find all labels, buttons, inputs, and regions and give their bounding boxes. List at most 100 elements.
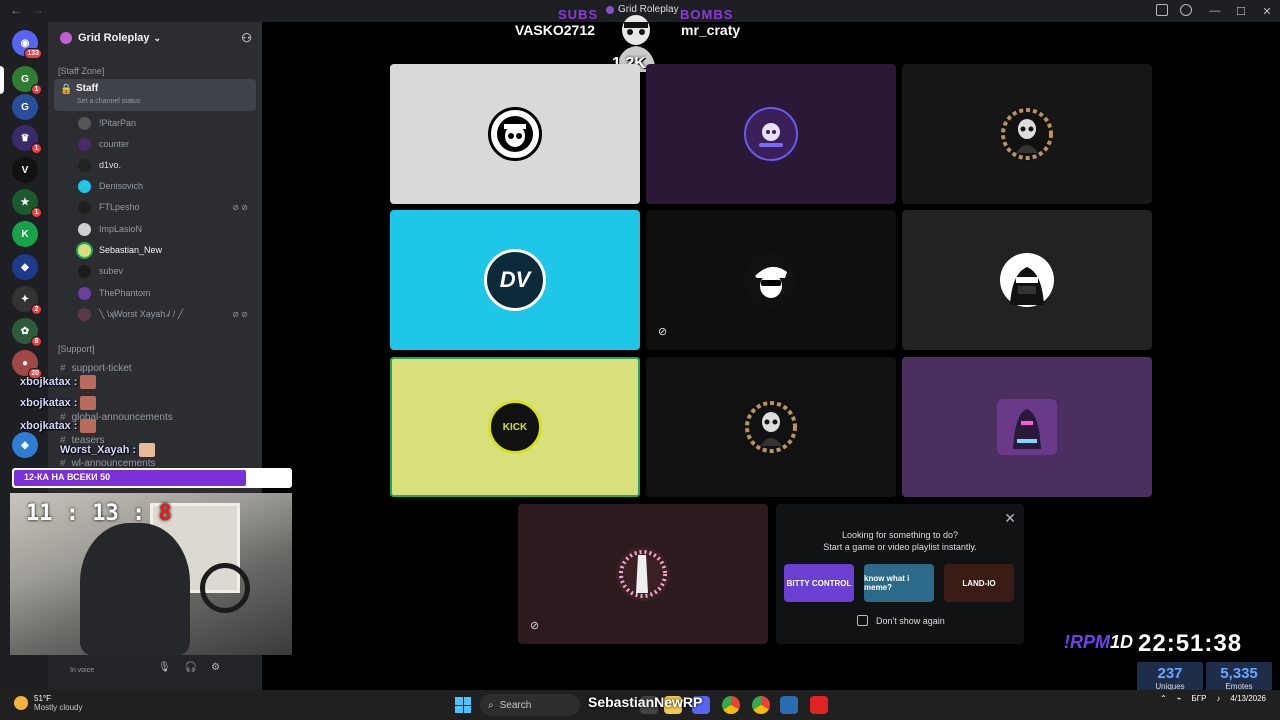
server-icon[interactable]: ✦ 2 (12, 286, 42, 315)
system-tray: ⌃ ⌁ БГР ♪ 4/13/2026 (1159, 694, 1266, 703)
avatar (78, 179, 91, 193)
maximize-icon[interactable]: ☐ (1228, 0, 1254, 22)
help-icon[interactable] (1180, 4, 1192, 16)
counter-avatar-icon (744, 107, 798, 161)
voice-member[interactable]: counter (78, 135, 258, 153)
webcam-feed: 11 : 13 : 8 (10, 493, 292, 655)
server-badge: 1 (31, 84, 42, 95)
server-icon[interactable]: ◆ (12, 254, 38, 280)
voice-member[interactable]: Sebastian_New (78, 241, 258, 259)
network-icon[interactable]: ⌁ (1177, 694, 1182, 703)
chevron-up-icon[interactable]: ⌃ (1160, 694, 1167, 703)
chevron-down-icon: ⌄ (153, 32, 162, 43)
activity-subtitle: Start a game or video playlist instantly… (823, 542, 977, 552)
laurel-skull-avatar-icon (744, 400, 798, 454)
participant-tile-speaking[interactable]: KICK (390, 357, 640, 497)
dv-logo-icon: DV (484, 249, 546, 311)
voice-member[interactable]: Denisovich (78, 177, 258, 195)
lock-icon: 🔒 (60, 84, 73, 95)
channel-status[interactable]: Set a channel status (77, 98, 140, 105)
voice-user-panel: In voice 🎙 🎧 ⚙ (48, 652, 262, 690)
server-icon[interactable]: G 1 (12, 66, 42, 95)
inbox-icon[interactable] (1156, 4, 1168, 16)
close-window-icon[interactable]: ✕ (1254, 0, 1280, 22)
voice-channel-staff[interactable]: 🔒 Staff Set a channel status (54, 79, 256, 111)
steering-wheel (200, 563, 250, 613)
microphone-icon[interactable]: 🎙 (158, 662, 171, 673)
forward-arrow-icon[interactable]: → (32, 3, 44, 17)
minimize-icon[interactable]: — (1202, 0, 1228, 22)
voice-member[interactable]: ╲ \ҳ̷Worst Xayah ̷/ / ╱ ⊘ ⊘ (78, 305, 258, 323)
category-support[interactable]: [Support] (58, 344, 95, 354)
server-badge: 2 (31, 304, 42, 315)
server-icon[interactable]: V (12, 157, 38, 183)
activity-title: Looking for something to do? (841, 530, 959, 540)
masked-avatar-icon (1000, 253, 1054, 307)
chrome-icon[interactable] (722, 696, 740, 714)
server-icon[interactable]: G (12, 94, 38, 120)
server-icon[interactable]: ★ 1 (12, 189, 42, 218)
server-icon[interactable]: K (12, 221, 38, 247)
server-icon[interactable]: ✿ 8 (12, 318, 42, 347)
gear-icon[interactable]: ⚙ (211, 662, 220, 673)
category-staff-zone[interactable]: [Staff Zone] (58, 66, 104, 76)
search-input[interactable]: ⌕ Search (480, 694, 580, 716)
voice-member[interactable]: subev (78, 262, 258, 280)
activity-suggestion-card: ✕ Looking for something to do? Start a g… (776, 504, 1024, 644)
discord-home-icon[interactable]: ◉ 133 (12, 30, 42, 59)
avatar (78, 200, 91, 214)
activity-land-io[interactable]: LAND-IO (944, 564, 1014, 602)
dont-show-again-checkbox[interactable] (857, 615, 868, 626)
invite-people-icon[interactable]: ⚇ (241, 31, 252, 45)
weather-widget[interactable]: 51°F Mostly cloudy (14, 694, 82, 712)
back-arrow-icon[interactable]: ← (10, 3, 22, 17)
participant-tile[interactable]: ⊘ (518, 504, 768, 644)
deafened-icon: ⊘ (658, 326, 668, 338)
avatar (78, 137, 91, 151)
webcam-clock: 11 : 13 : 8 (26, 501, 172, 526)
participant-tile[interactable] (646, 64, 896, 204)
participant-tile[interactable] (902, 357, 1152, 497)
taskbar-app-icon[interactable] (810, 696, 828, 714)
home-badge: 133 (24, 48, 42, 59)
top-sub-user: VASKO2712 (515, 22, 595, 38)
activity-bitty-control[interactable]: BITTY CONTROL (784, 564, 854, 602)
server-badge: 8 (31, 336, 42, 347)
avatar (78, 158, 91, 172)
participant-tile[interactable]: DV (390, 210, 640, 350)
voice-member[interactable]: ThePhantom (78, 284, 258, 302)
participant-tile[interactable] (902, 64, 1152, 204)
windows-start-icon[interactable] (455, 697, 471, 713)
guild-icon (60, 32, 72, 44)
voice-member[interactable]: FTLpesho ⊘ ⊘ (78, 198, 258, 216)
anime-avatar-icon (616, 547, 670, 601)
kick-avatar-icon: KICK (488, 400, 542, 454)
chat-message: xbojkatax : (20, 419, 97, 433)
guild-header[interactable]: Grid Roleplay ⌄ ⚇ (48, 22, 262, 54)
voice-member[interactable]: !PitarPan (78, 114, 258, 132)
voice-member[interactable]: ImpLasioN (78, 220, 258, 238)
avatar (78, 243, 91, 257)
participant-tile[interactable] (902, 210, 1152, 350)
participant-tile[interactable]: ⊘ (646, 210, 896, 350)
participant-tile[interactable] (646, 357, 896, 497)
hash-icon: # (60, 363, 66, 374)
goal-bar: 12-КА НА ВСЕКИ 50 84 / 100 (12, 468, 292, 488)
volume-icon[interactable]: ♪ (1216, 694, 1220, 703)
activity-know-what-i-meme[interactable]: know what i meme? (864, 564, 934, 602)
chrome-icon[interactable] (752, 696, 770, 714)
server-badge: 1 (31, 143, 42, 154)
close-icon[interactable]: ✕ (1004, 510, 1016, 527)
server-icon[interactable]: ♛ 1 (12, 125, 42, 154)
text-channel[interactable]: # support-ticket (60, 363, 132, 374)
goal-progress-text: 84 / 100 (249, 472, 282, 482)
chat-message: xbojkatax : (20, 396, 97, 410)
voice-member[interactable]: d1vo. (78, 156, 258, 174)
taskbar-app-icon[interactable] (780, 696, 798, 714)
voice-controls: 🎙 🎧 ⚙ (158, 662, 220, 673)
server-icon[interactable]: ● 20 (12, 350, 42, 379)
headphones-icon[interactable]: 🎧 (185, 662, 197, 673)
server-icon[interactable]: ◈ (12, 432, 38, 458)
participant-tile[interactable] (390, 64, 640, 204)
emote-icon (80, 396, 97, 410)
